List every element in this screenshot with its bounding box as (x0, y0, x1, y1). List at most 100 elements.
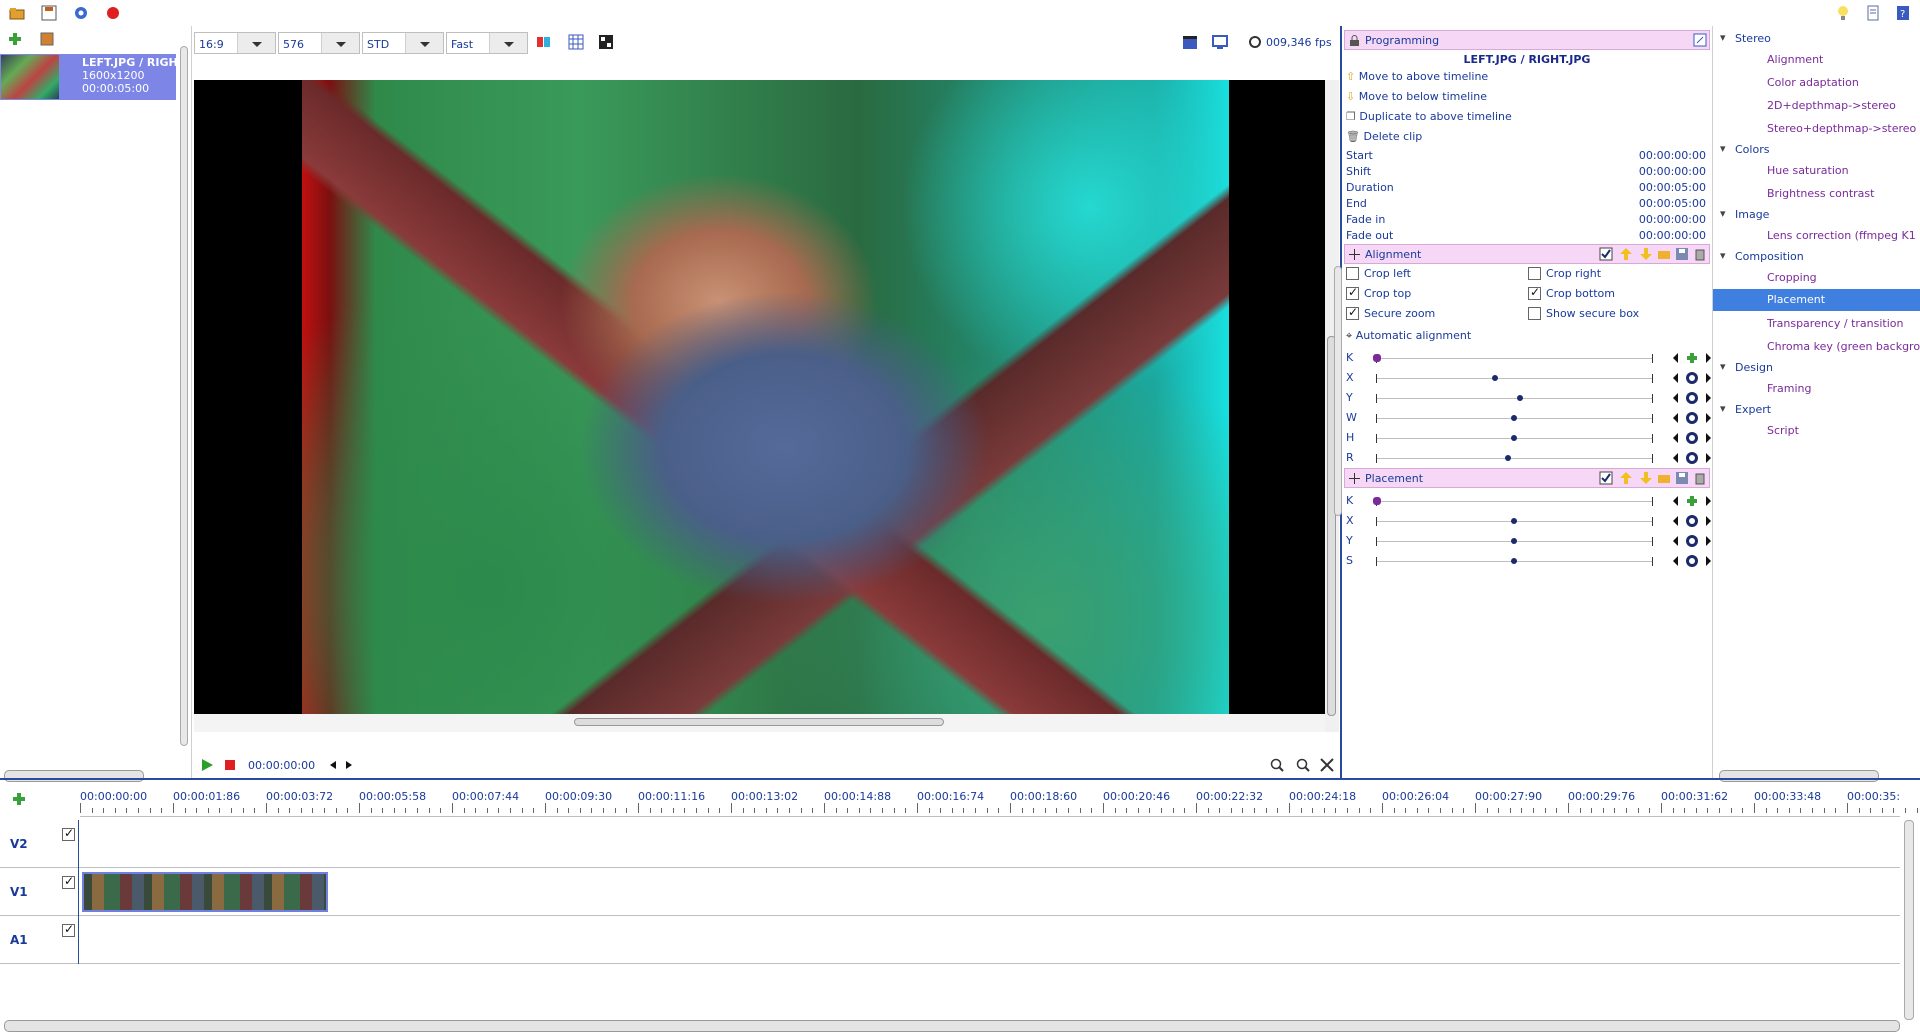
save-icon[interactable] (1675, 247, 1689, 261)
delete-clip-action[interactable]: 🗑 Delete clip (1346, 130, 1422, 143)
keyframe-controls[interactable] (1672, 431, 1712, 445)
doc-icon[interactable] (1864, 4, 1882, 22)
alignment-header[interactable]: Alignment (1344, 244, 1710, 264)
slider-align-y[interactable]: Y (1346, 390, 1711, 406)
add-track-icon[interactable] (12, 792, 26, 809)
tree-cat-design[interactable]: Design (1720, 360, 1773, 374)
detach-icon[interactable] (1693, 33, 1707, 47)
next-frame-icon[interactable] (344, 760, 354, 773)
trash-icon[interactable] (1693, 247, 1707, 261)
trash-icon[interactable] (1693, 471, 1707, 485)
viewer-hscroll[interactable] (194, 714, 1325, 732)
slider-align-x[interactable]: X (1346, 370, 1711, 386)
slider-align-k[interactable]: K (1346, 350, 1711, 366)
prev-frame-icon[interactable] (328, 760, 338, 773)
keyframe-controls[interactable] (1672, 371, 1712, 385)
chevron-down-icon[interactable] (321, 33, 359, 53)
monitor-icon[interactable] (1212, 34, 1228, 53)
tree-item-stereo-depthmap[interactable]: Stereo+depthmap->stereo (1767, 122, 1916, 135)
crop-top-option[interactable]: Crop top (1346, 285, 1411, 300)
tree-item-framing[interactable]: Framing (1767, 382, 1812, 395)
enable-check-icon[interactable] (1599, 471, 1613, 485)
crop-top-checkbox[interactable] (1346, 285, 1359, 300)
chevron-down-icon[interactable] (237, 33, 275, 53)
crop-bottom-checkbox[interactable] (1528, 285, 1541, 300)
slider-track[interactable] (1376, 378, 1652, 379)
tree-item-hue-saturation[interactable]: Hue saturation (1767, 164, 1849, 177)
slider-knob[interactable] (1516, 395, 1523, 401)
stop-icon[interactable] (224, 759, 236, 774)
slider-align-r[interactable]: R (1346, 450, 1711, 466)
tree-item-transparency[interactable]: Transparency / transition (1767, 317, 1903, 330)
prop-fadeout-value[interactable]: 00:00:00:00 (1639, 229, 1706, 242)
secure-zoom-option[interactable]: Secure zoom (1346, 305, 1435, 320)
keyframe-controls[interactable] (1672, 411, 1712, 425)
clapper-icon[interactable] (1182, 34, 1198, 53)
tree-item-cropping[interactable]: Cropping (1767, 271, 1817, 284)
keyframe-controls[interactable] (1672, 514, 1712, 528)
placement-header[interactable]: Placement (1344, 468, 1710, 488)
tree-cat-image[interactable]: Image (1720, 207, 1770, 221)
save-icon[interactable] (40, 4, 58, 22)
keyframe-controls[interactable] (1672, 494, 1712, 508)
timeline-clip[interactable] (82, 872, 328, 912)
slider-knob[interactable] (1491, 375, 1498, 381)
speed-select[interactable]: Fast (446, 32, 528, 54)
tree-item-2d-depthmap[interactable]: 2D+depthmap->stereo (1767, 99, 1896, 112)
track-v2[interactable]: V2 (0, 820, 1900, 868)
fit-icon[interactable] (1320, 758, 1334, 775)
move-below-action[interactable]: ⇩ Move to below timeline (1346, 90, 1487, 103)
prop-fadein-value[interactable]: 00:00:00:00 (1639, 213, 1706, 226)
zoom-out-icon[interactable] (1296, 758, 1310, 775)
help-icon[interactable]: ? (1894, 4, 1912, 22)
keyframe-controls[interactable] (1672, 451, 1712, 465)
secure-zoom-checkbox[interactable] (1346, 305, 1359, 320)
folder-icon[interactable] (1657, 471, 1671, 485)
scroll-thumb[interactable] (574, 718, 944, 726)
track-v1[interactable]: V1 (0, 868, 1900, 916)
track-a1-checkbox[interactable] (62, 922, 75, 937)
prop-end-value[interactable]: 00:00:05:00 (1639, 197, 1706, 210)
prop-duration-value[interactable]: 00:00:05:00 (1639, 181, 1706, 194)
tree-item-color-adaptation[interactable]: Color adaptation (1767, 76, 1859, 89)
slider-place-k[interactable]: K (1346, 493, 1711, 509)
slider-knob[interactable] (1511, 415, 1517, 421)
tree-item-lens-correction[interactable]: Lens correction (ffmpeg K1 (1767, 229, 1916, 242)
prop-shift-value[interactable]: 00:00:00:00 (1639, 165, 1706, 178)
timeline-vscroll[interactable] (1904, 820, 1914, 1020)
slider-place-x[interactable]: X (1346, 513, 1711, 529)
grid-icon[interactable] (568, 34, 584, 53)
tree-cat-stereo[interactable]: Stereo (1720, 31, 1771, 45)
slider-knob[interactable] (1373, 497, 1381, 505)
tree-item-script[interactable]: Script (1767, 424, 1799, 437)
keyframe-controls[interactable] (1672, 351, 1712, 365)
play-icon[interactable] (200, 758, 214, 775)
chevron-down-icon[interactable] (489, 33, 527, 53)
folder-icon[interactable] (1657, 247, 1671, 261)
slider-knob[interactable] (1373, 354, 1381, 362)
keyframe-controls[interactable] (1672, 534, 1712, 548)
tree-cat-composition[interactable]: Composition (1720, 249, 1804, 263)
settings-icon[interactable] (72, 4, 90, 22)
slider-knob[interactable] (1511, 538, 1517, 544)
media-vscroll[interactable] (180, 46, 188, 746)
tree-item-chroma-key[interactable]: Chroma key (green backgro (1767, 340, 1920, 353)
track-v2-checkbox[interactable] (62, 826, 75, 841)
slider-align-w[interactable]: W (1346, 410, 1711, 426)
keyframe-controls[interactable] (1672, 391, 1712, 405)
media-item[interactable]: LEFT.JPG / RIGH 1600x1200 00:00:05:00 (0, 54, 176, 100)
move-down-icon[interactable] (1639, 247, 1653, 261)
aspect-select[interactable]: 16:9 (194, 32, 276, 54)
open-icon[interactable] (8, 4, 26, 22)
slider-track[interactable] (1376, 358, 1652, 359)
slider-align-h[interactable]: H (1346, 430, 1711, 446)
slider-place-y[interactable]: Y (1346, 533, 1711, 549)
move-above-action[interactable]: ⇧ Move to above timeline (1346, 70, 1488, 83)
chevron-down-icon[interactable] (405, 33, 443, 53)
move-up-icon[interactable] (1619, 471, 1633, 485)
crop-left-option[interactable]: Crop left (1346, 267, 1411, 280)
show-secure-box-checkbox[interactable] (1528, 307, 1541, 320)
crop-right-option[interactable]: Crop right (1528, 267, 1601, 280)
zoom-in-icon[interactable] (1270, 758, 1284, 775)
timeline-ruler[interactable]: 00:00:00:00 00:00:01:86 00:00:03:72 00:00:0… (80, 786, 1918, 813)
